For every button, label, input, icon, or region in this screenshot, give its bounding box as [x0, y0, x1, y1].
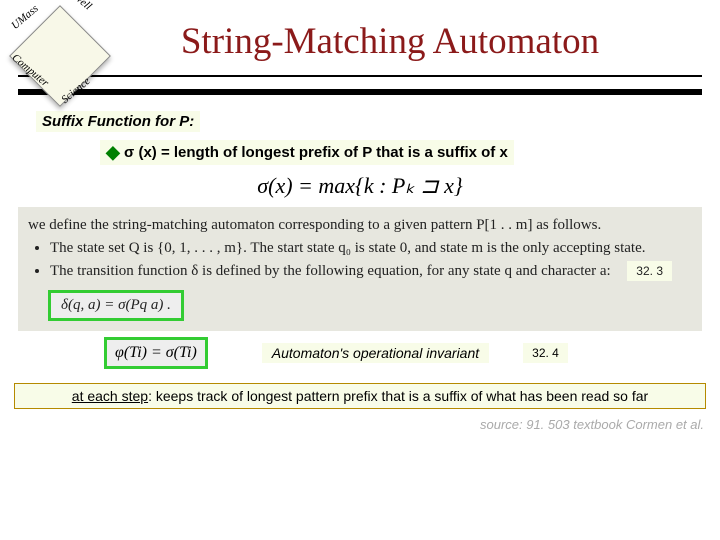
- equation-tag-323: 32. 3: [627, 261, 672, 281]
- step-note: at each step: keeps track of longest pat…: [14, 383, 706, 409]
- delta-formula: δ(q, a) = σ(Pq a) .: [48, 290, 184, 321]
- scan-bullet-2: The transition function δ is defined by …: [50, 263, 692, 280]
- suffix-function-label: Suffix Function for P:: [36, 111, 200, 132]
- sigma-definition: ◆ σ (x) = length of longest prefix of P …: [100, 140, 514, 165]
- phi-formula: φ(Ti) = σ(Ti): [104, 337, 208, 369]
- scan-intro: we define the string-matching automaton …: [28, 217, 692, 234]
- step-note-rest: : keeps track of longest pattern prefix …: [148, 388, 648, 404]
- source-citation: source: 91. 503 textbook Cormen et al.: [0, 417, 704, 432]
- step-note-underline: at each step: [72, 388, 148, 404]
- bullet-icon: ◆: [106, 142, 120, 162]
- scan-bullet-1: The state set Q is {0, 1, . . . , m}. Th…: [50, 240, 692, 257]
- sigma-formula: σ(x) = max{k : Pₖ ⊐ x}: [0, 173, 720, 199]
- equation-tag-324: 32. 4: [523, 343, 568, 363]
- title-rule: [18, 75, 702, 95]
- logo: UMass Lowell Computer Science: [6, 4, 106, 94]
- invariant-label: Automaton's operational invariant: [262, 343, 489, 363]
- invariant-row: φ(Ti) = σ(Ti) Automaton's operational in…: [18, 337, 702, 369]
- textbook-panel: we define the string-matching automaton …: [18, 207, 702, 331]
- sigma-symbol: σ: [124, 144, 134, 161]
- sigma-definition-text: (x) = length of longest prefix of P that…: [138, 144, 507, 161]
